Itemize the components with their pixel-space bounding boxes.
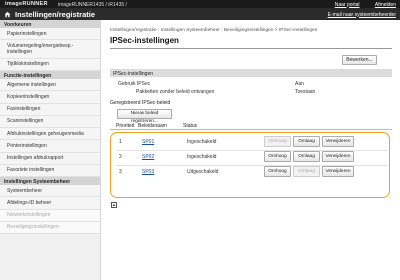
arrow-up-icon[interactable]: ▲ — [111, 202, 117, 208]
move-up-button[interactable]: Omhoog — [264, 136, 291, 147]
policy-name-link[interactable]: SP02 — [142, 154, 154, 160]
table-row: 1 SP01 Ingeschakeld Omhoog Omlaag Verwij… — [116, 136, 388, 151]
title-bar: Instellingen/registratie E-mail naar sys… — [0, 8, 400, 20]
row-status: Ingeschakeld — [187, 139, 217, 145]
packets-label: Pakketten zonder beleid ontvangen — [136, 89, 215, 95]
sidebar: Voorkeuren Papierinstellingen Volumerege… — [0, 20, 101, 280]
sidebar-item-report[interactable]: Instellingen afdrukrapport — [0, 152, 100, 165]
move-down-button[interactable]: Omlaag — [293, 136, 320, 147]
sidebar-item-dept-id[interactable]: Afdelings-ID beheer — [0, 197, 100, 210]
sidebar-section-functions: Functie-instellingen — [0, 71, 100, 79]
row-priority: 1 — [119, 139, 122, 145]
register-policy-button[interactable]: Nieuw beleid registreren... — [117, 109, 172, 124]
title-divider — [110, 48, 392, 49]
breadcrumb: Instellingen/registratie : Instellingen … — [110, 28, 318, 33]
packets-value: Toestaan — [295, 89, 316, 95]
top-bar: imageRUNNER imageRUNNER1435 / iR1435 / N… — [0, 0, 400, 8]
row-priority: 2 — [119, 154, 122, 160]
delete-button[interactable]: Verwijderen — [322, 151, 354, 162]
sidebar-section-preferences: Voorkeuren — [0, 20, 100, 28]
delete-button[interactable]: Verwijderen — [322, 166, 354, 177]
ipsec-section-title: IPSec-instellingen — [110, 69, 392, 77]
row-status: Ingeschakeld — [187, 154, 217, 160]
sidebar-item-paper[interactable]: Papierinstellingen — [0, 28, 100, 41]
table-row: 3 SP03 Uitgeschakeld Omhoog Omlaag Verwi… — [116, 166, 388, 179]
ipsec-settings-panel: IPSec-instellingen Gebruik IPSec Aan Pak… — [110, 69, 392, 114]
move-down-button[interactable]: Omlaag — [293, 166, 320, 177]
use-ipsec-value: Aan — [295, 81, 304, 87]
policy-table-header: Prioriteit Beleidsnaam Status — [110, 122, 392, 130]
sidebar-section-admin: Instellingen Systeembeheer — [0, 177, 100, 185]
row-status: Uitgeschakeld — [187, 169, 219, 175]
brand-logo: imageRUNNER — [5, 1, 48, 7]
sidebar-item-memory-print[interactable]: Afdrukinstellingen geheugenmedia — [0, 128, 100, 141]
policy-name-link[interactable]: SP01 — [142, 139, 154, 145]
sidebar-item-general[interactable]: Algemene instellingen — [0, 79, 100, 92]
sidebar-item-scan[interactable]: Scaninstellingen — [0, 115, 100, 128]
top-links: Naar portal Afmelden — [321, 2, 396, 8]
sidebar-item-copy[interactable]: Kopieerinstellingen — [0, 91, 100, 104]
sidebar-item-security[interactable]: Beveiligingsinstellingen — [0, 221, 100, 234]
move-down-button[interactable]: Omlaag — [293, 151, 320, 162]
header-priority: Prioriteit — [116, 123, 135, 129]
sidebar-item-volume-energy[interactable]: Volumeregeling/energiebesp.-instellingen — [0, 40, 100, 59]
device-model: imageRUNNER1435 / iR1435 / — [58, 1, 127, 8]
main-content: Instellingen/registratie : Instellingen … — [106, 20, 396, 280]
sidebar-item-system-admin[interactable]: Systeembeheer — [0, 185, 100, 198]
delete-button[interactable]: Verwijderen — [322, 136, 354, 147]
use-ipsec-label: Gebruik IPSec — [118, 81, 151, 87]
mail-admin-link[interactable]: E-mail naar systeembeheerder — [328, 12, 396, 18]
sidebar-item-printer[interactable]: Printerinstellingen — [0, 140, 100, 153]
sidebar-item-fax[interactable]: Faxinstellingen — [0, 103, 100, 116]
table-row: 2 SP02 Ingeschakeld Omhoog Omlaag Verwij… — [116, 151, 388, 166]
home-icon[interactable] — [4, 11, 11, 18]
sidebar-item-network[interactable]: Netwerkinstellingen — [0, 209, 100, 222]
row-priority: 3 — [119, 169, 122, 175]
sidebar-item-favorites[interactable]: Favoriete instellingen — [0, 164, 100, 177]
logout-link[interactable]: Afmelden — [375, 2, 396, 8]
portal-link[interactable]: Naar portal — [335, 2, 360, 8]
move-up-button[interactable]: Omhoog — [264, 166, 291, 177]
header-policy-name: Beleidsnaam — [138, 123, 167, 129]
header-status: Status — [183, 123, 198, 129]
policy-name-link[interactable]: SP03 — [142, 169, 154, 175]
sidebar-item-timer[interactable]: Tijdklokinstellingen — [0, 58, 100, 71]
page-title: IPSec-instellingen — [110, 36, 179, 45]
move-up-button[interactable]: Omhoog — [264, 151, 291, 162]
registered-policy-label: Geregistreerd IPSec-beleid — [110, 100, 171, 106]
page-header-title: Instellingen/registratie — [15, 10, 96, 19]
edit-button[interactable]: Bewerken... — [342, 55, 377, 65]
